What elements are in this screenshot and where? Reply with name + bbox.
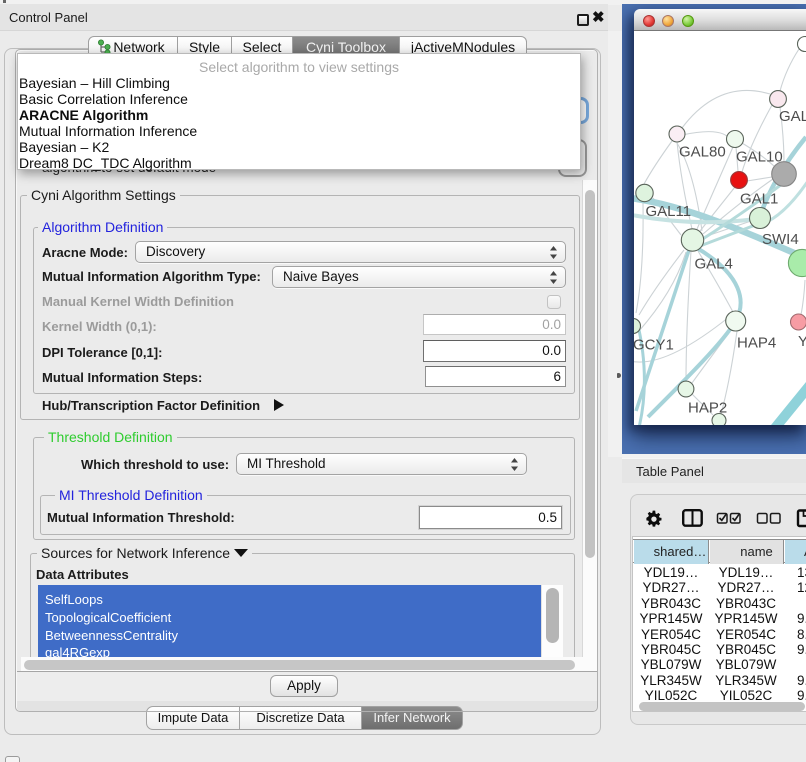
svg-text:SWI4: SWI4: [762, 231, 799, 248]
svg-text:HAP4: HAP4: [737, 335, 776, 352]
svg-text:GAL80: GAL80: [679, 144, 726, 161]
svg-text:HAP2: HAP2: [688, 400, 727, 417]
svg-text:GAL: GAL: [779, 108, 806, 125]
svg-text:Y: Y: [798, 333, 806, 350]
svg-text:GAL1: GAL1: [740, 191, 778, 208]
svg-text:GCY1: GCY1: [634, 337, 674, 354]
svg-text:GAL10: GAL10: [736, 149, 783, 166]
svg-text:GAL4: GAL4: [695, 256, 733, 273]
svg-text:GAL11: GAL11: [646, 203, 692, 220]
